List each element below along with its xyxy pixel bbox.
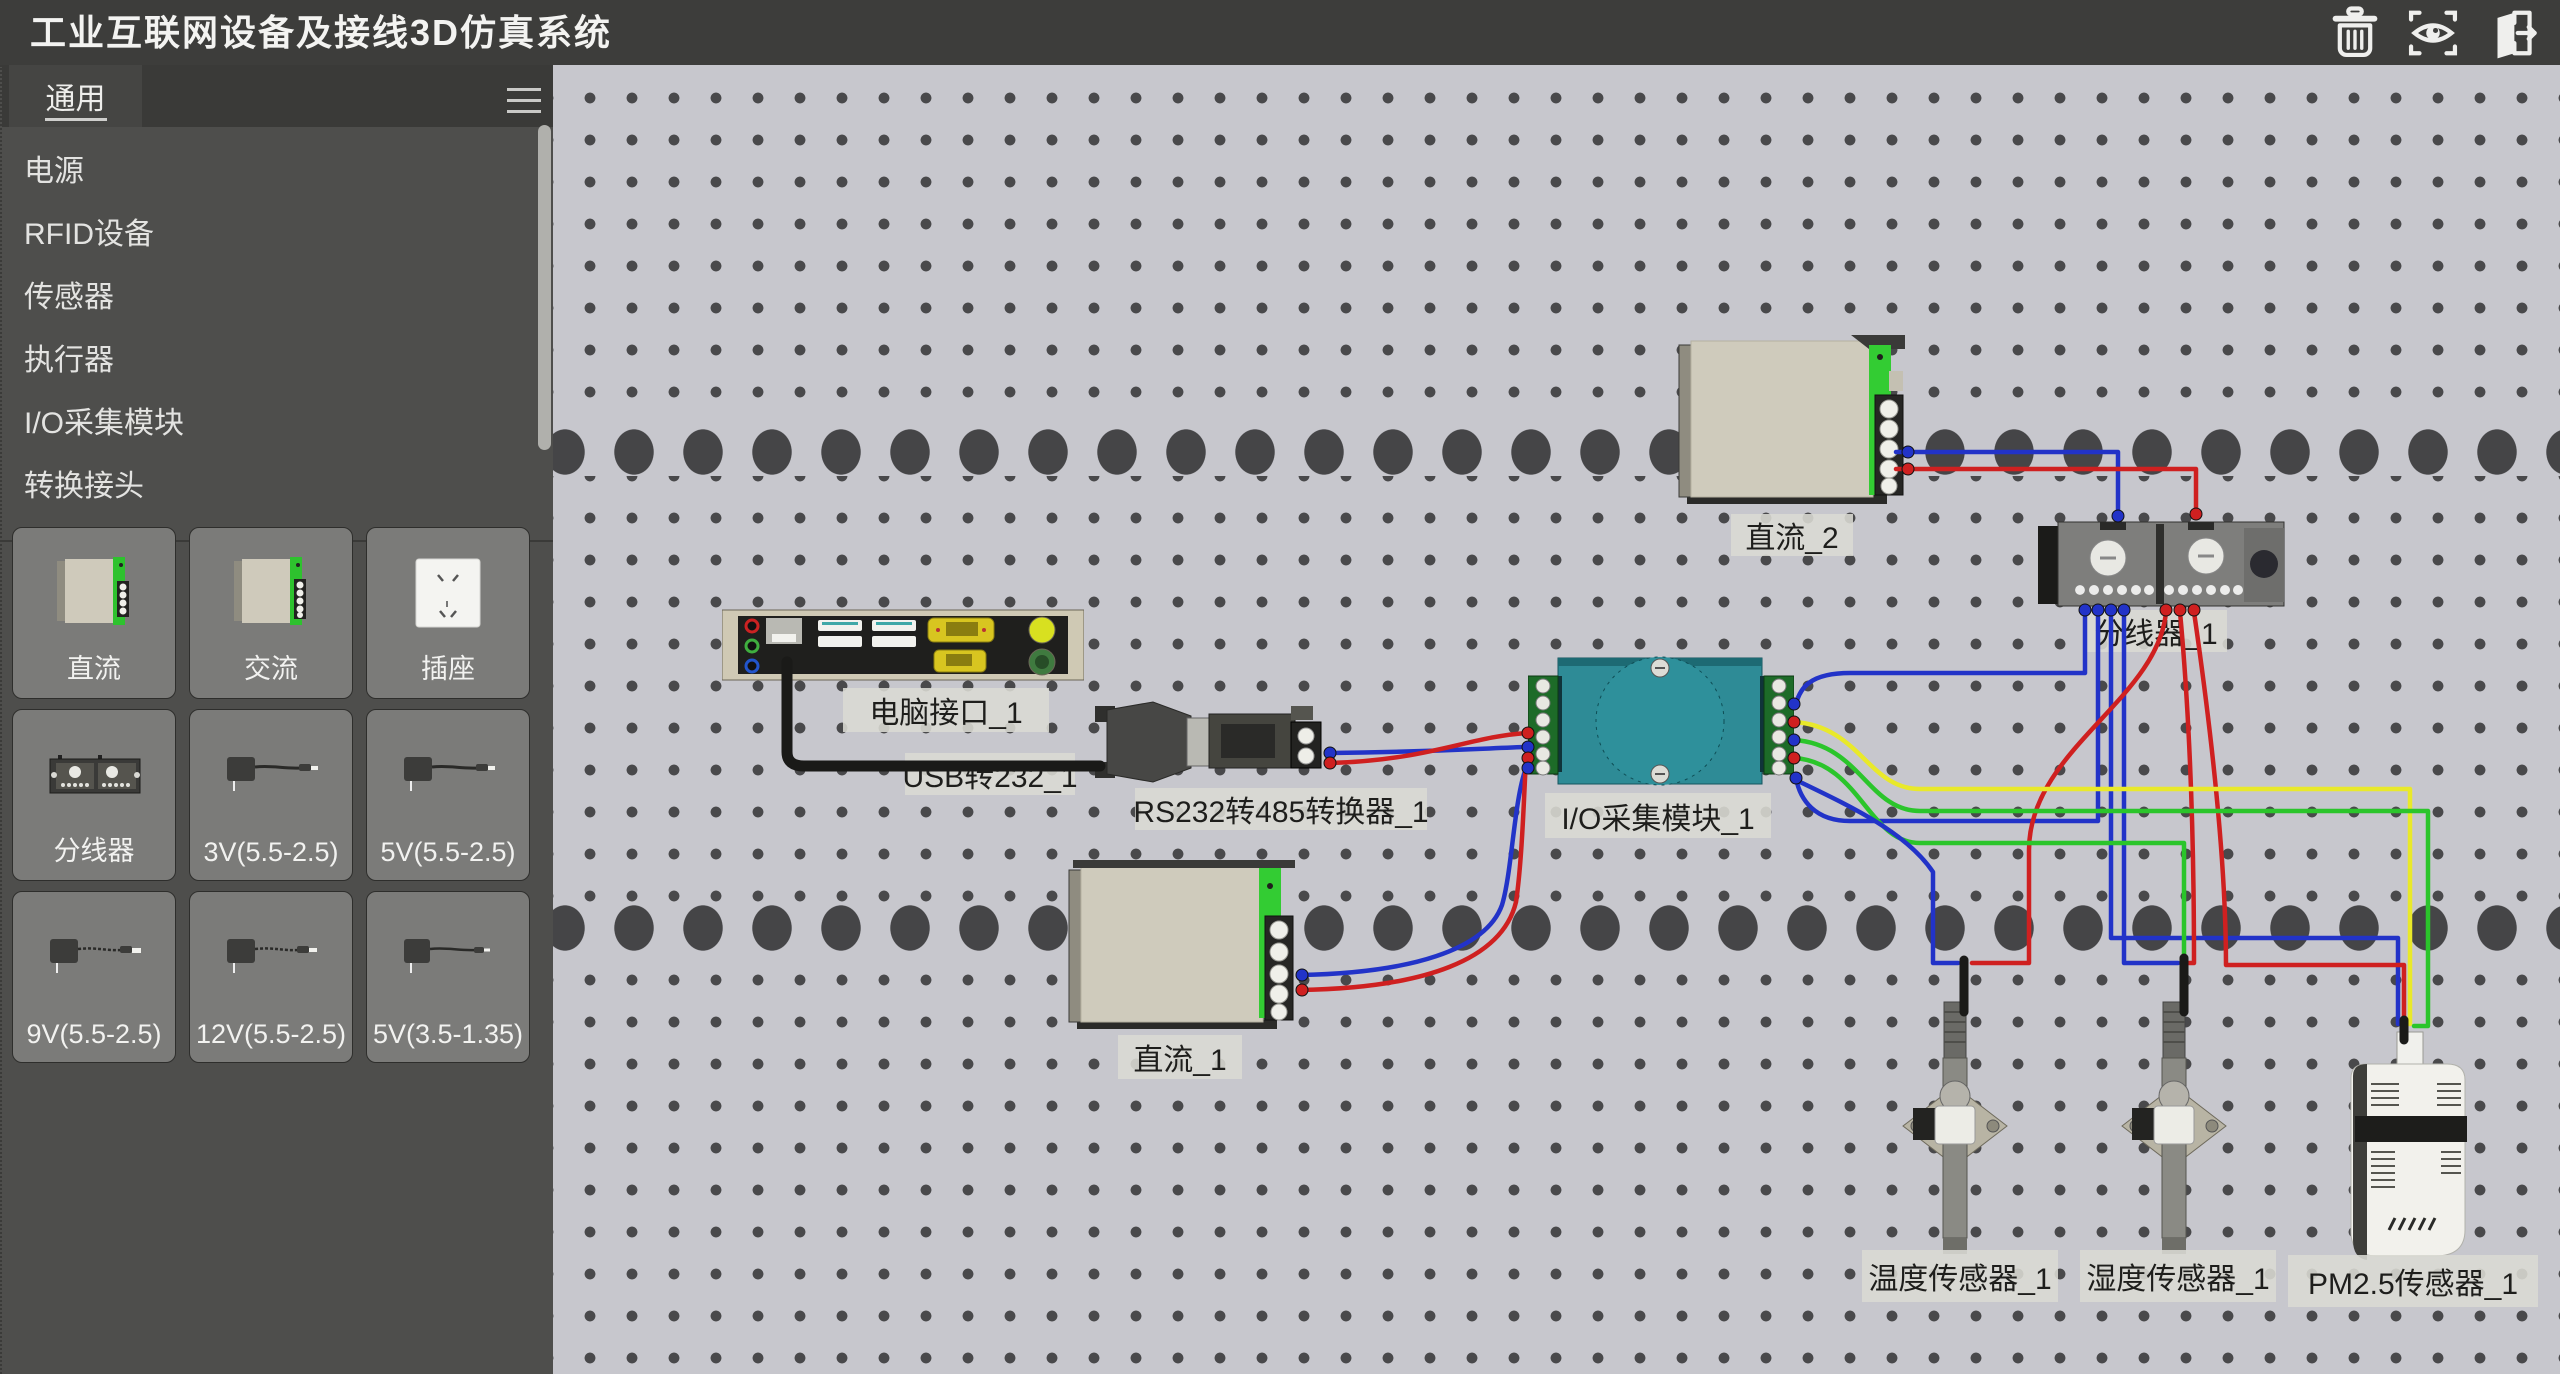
socket-thumb (413, 557, 483, 629)
device-dc-power-2[interactable] (1673, 335, 1905, 511)
menu-item-adapter[interactable]: 转换接头 (2, 455, 553, 518)
palette-card-label: 直流 (13, 647, 175, 686)
device-temperature-sensor[interactable] (1895, 1000, 2015, 1256)
palette-card-label: 9V(5.5-2.5) (13, 1019, 175, 1050)
palette-card-dc[interactable]: 直流 (12, 527, 176, 699)
label-dc1: 直流_1 (1118, 1035, 1242, 1079)
palette-card-splitter[interactable]: 分线器 (12, 709, 176, 881)
device-rs232-485-converter[interactable] (1095, 700, 1331, 792)
label-pm25-sensor: PM2.5传感器_1 (2288, 1255, 2538, 1307)
label-humid-sensor: 湿度传感器_1 (2080, 1250, 2276, 1302)
view-eye-icon[interactable] (2402, 5, 2464, 61)
device-pc-interface[interactable] (722, 608, 1084, 684)
device-palette: 直流 交流 插座 (12, 527, 530, 1063)
dc-supply-thumb (55, 557, 133, 629)
menu-item-rfid[interactable]: RFID设备 (2, 203, 553, 266)
topbar-icons (2324, 5, 2542, 61)
adapter-thumb (400, 933, 496, 981)
adapter-thumb (223, 933, 319, 981)
palette-card-label: 插座 (367, 647, 529, 686)
tab-underline (45, 118, 107, 121)
device-humidity-sensor[interactable] (2114, 1000, 2234, 1256)
tab-general[interactable]: 通用 (9, 65, 142, 127)
peg-band (551, 904, 2560, 952)
label-io-module: I/O采集模块_1 (1545, 793, 1771, 838)
device-wire-splitter[interactable] (2038, 514, 2286, 614)
palette-card-3v[interactable]: 3V(5.5-2.5) (189, 709, 353, 881)
menu-item-actuator[interactable]: 执行器 (2, 329, 553, 392)
palette-card-label: 交流 (190, 647, 352, 686)
adapter-thumb (223, 751, 319, 799)
label-rs232-485: RS232转485转换器_1 (1135, 788, 1427, 830)
label-dc2: 直流_2 (1731, 514, 1853, 556)
category-menu: 电源 RFID设备 传感器 执行器 I/O采集模块 转换接头 (2, 140, 553, 518)
menu-item-io-module[interactable]: I/O采集模块 (2, 392, 553, 455)
ac-supply-thumb (232, 557, 310, 629)
sidebar-tabstrip: 通用 (2, 65, 553, 127)
peg-band (551, 428, 2560, 476)
label-temp-sensor: 温度传感器_1 (1862, 1250, 2058, 1302)
adapter-thumb (46, 933, 142, 981)
splitter-thumb (46, 753, 142, 797)
palette-card-ac[interactable]: 交流 (189, 527, 353, 699)
tab-general-label: 通用 (46, 74, 106, 118)
palette-card-label: 5V(3.5-1.35) (367, 1019, 529, 1050)
label-pc-interface: 电脑接口_1 (843, 688, 1049, 732)
label-usb232: USB转232_1 (905, 753, 1075, 795)
palette-card-label: 分线器 (13, 829, 175, 868)
sidebar: 通用 电源 RFID设备 传感器 执行器 I/O采集模块 转换接头 直流 (0, 65, 553, 1374)
palette-card-5v-small[interactable]: 5V(3.5-1.35) (366, 891, 530, 1063)
topbar: 工业互联网设备及接线3D仿真系统 (0, 0, 2560, 65)
palette-card-socket[interactable]: 插座 (366, 527, 530, 699)
palette-card-label: 3V(5.5-2.5) (190, 837, 352, 868)
palette-card-label: 5V(5.5-2.5) (367, 837, 529, 868)
delete-trash-icon[interactable] (2324, 5, 2386, 61)
palette-card-label: 12V(5.5-2.5) (190, 1019, 352, 1050)
palette-card-9v[interactable]: 9V(5.5-2.5) (12, 891, 176, 1063)
device-dc-power-1[interactable] (1063, 858, 1295, 1038)
sidebar-scrollbar[interactable] (538, 125, 551, 450)
menu-item-power[interactable]: 电源 (2, 140, 553, 203)
palette-card-12v[interactable]: 12V(5.5-2.5) (189, 891, 353, 1063)
exit-door-icon[interactable] (2480, 5, 2542, 61)
device-io-module[interactable] (1528, 650, 1794, 792)
hamburger-menu-icon[interactable] (507, 88, 541, 114)
adapter-thumb (400, 751, 496, 799)
device-pm25-sensor[interactable] (2341, 1018, 2475, 1262)
label-splitter: 分线器_1 (2085, 610, 2227, 652)
menu-item-sensor[interactable]: 传感器 (2, 266, 553, 329)
app-title: 工业互联网设备及接线3D仿真系统 (30, 0, 612, 65)
palette-card-5v[interactable]: 5V(5.5-2.5) (366, 709, 530, 881)
